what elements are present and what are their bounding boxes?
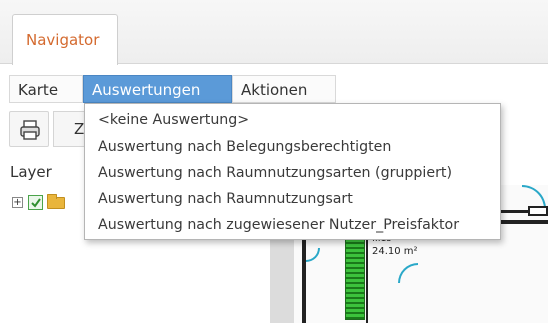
layer-checkbox[interactable] <box>28 195 43 210</box>
dropdown-option-belegungsberechtigte[interactable]: Auswertung nach Belegungsberechtigten <box>85 134 500 160</box>
menu-aktionen[interactable]: Aktionen <box>232 75 336 103</box>
menu-karte[interactable]: Karte <box>9 75 83 103</box>
map-window <box>528 206 548 216</box>
tab-navigator-label: Navigator <box>26 31 100 49</box>
map-room-wall <box>366 228 368 323</box>
print-button[interactable] <box>9 111 49 147</box>
folder-icon <box>47 194 65 209</box>
zoom-button-label: Z <box>74 120 85 138</box>
print-icon <box>20 120 40 140</box>
layer-panel-title: Layer <box>10 163 52 181</box>
tab-navigator[interactable]: Navigator <box>12 14 118 65</box>
toolbar: Z <box>9 111 89 149</box>
dropdown-option-none[interactable]: <keine Auswertung> <box>85 107 500 133</box>
dropdown-option-raumnutzungsart[interactable]: Auswertung nach Raumnutzungsart <box>85 186 500 212</box>
menu-bar: Karte Auswertungen Aktionen <box>0 75 548 103</box>
layer-tree-row: + <box>12 194 72 211</box>
dropdown-option-nutzer-preisfaktor[interactable]: Auswertung nach zugewiesener Nutzer_Prei… <box>85 212 500 238</box>
auswertungen-dropdown: <keine Auswertung> Auswertung nach Beleg… <box>84 103 501 240</box>
map-stairs <box>345 228 365 320</box>
dropdown-option-raumnutzungsarten-gruppiert[interactable]: Auswertung nach Raumnutzungsarten (grupp… <box>85 160 500 186</box>
menu-auswertungen[interactable]: Auswertungen <box>83 75 232 103</box>
checkmark-icon <box>31 198 41 208</box>
plus-box-icon[interactable]: + <box>12 197 23 208</box>
map-room-area: 24.10 m² <box>372 246 418 257</box>
tab-strip: Navigator <box>0 0 548 65</box>
